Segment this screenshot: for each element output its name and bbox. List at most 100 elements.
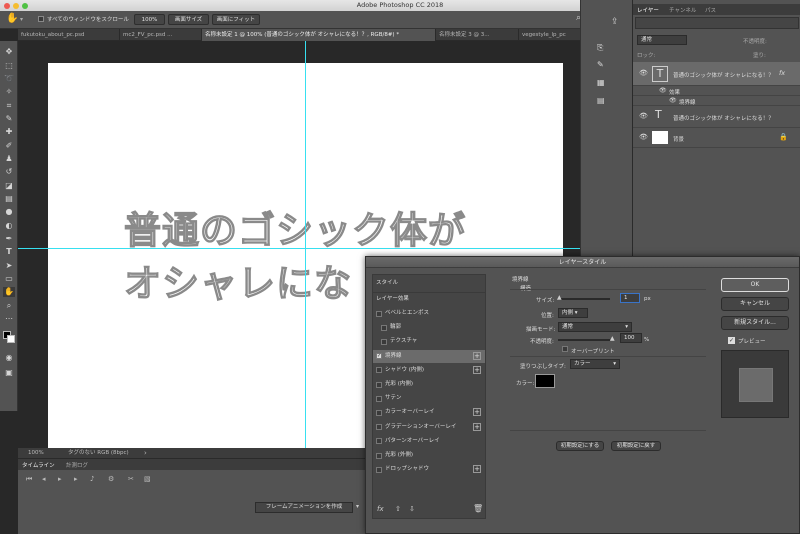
- pen-tool-icon[interactable]: ✒: [3, 234, 15, 244]
- opacity-slider-thumb[interactable]: ▲: [610, 335, 615, 342]
- stamp-tool-icon[interactable]: ♟: [3, 154, 15, 164]
- fit-screen-button[interactable]: 画面サイズ: [168, 14, 209, 25]
- style-checkbox[interactable]: [376, 367, 382, 374]
- dodge-tool-icon[interactable]: ◐: [3, 221, 15, 231]
- style-checkbox[interactable]: [376, 424, 382, 431]
- healing-brush-icon[interactable]: ✚: [3, 127, 15, 137]
- stroke-eye-icon[interactable]: 👁: [669, 97, 677, 104]
- style-item[interactable]: 輪郭: [373, 321, 485, 334]
- style-checkbox[interactable]: [376, 395, 382, 402]
- style-item[interactable]: パターンオーバーレイ: [373, 435, 485, 448]
- fill-screen-button[interactable]: 画面にフィット: [212, 14, 260, 25]
- style-header[interactable]: スタイル: [373, 277, 485, 290]
- size-slider-thumb[interactable]: ▲: [557, 294, 562, 301]
- zoom-100-button[interactable]: 100%: [134, 14, 165, 25]
- delete-effect-icon[interactable]: 🗑: [473, 504, 483, 513]
- eyedropper-icon[interactable]: ✎: [3, 114, 15, 124]
- background-color-swatch[interactable]: [7, 335, 15, 343]
- style-checkbox[interactable]: [376, 452, 382, 459]
- layer-name[interactable]: 背景: [673, 135, 684, 143]
- add-effect-icon[interactable]: +: [473, 408, 481, 417]
- stroke-color-swatch[interactable]: [535, 374, 555, 388]
- style-checkbox[interactable]: [381, 324, 387, 331]
- size-input[interactable]: 1: [620, 293, 640, 303]
- fx-menu-icon[interactable]: fx: [377, 505, 384, 513]
- tab-untitled-3[interactable]: 名称未設定 3 @ 3...: [436, 29, 519, 41]
- gradient-tool-icon[interactable]: ▤: [3, 194, 15, 204]
- hand-tool-icon[interactable]: ✋: [6, 13, 18, 24]
- create-dropdown-icon[interactable]: ▾: [356, 503, 359, 510]
- tool-preset-dropdown[interactable]: ▾: [20, 16, 23, 23]
- rectangle-tool-icon[interactable]: ▭: [3, 274, 15, 284]
- blend-mode-select[interactable]: 通常: [637, 35, 687, 45]
- tab-layers[interactable]: レイヤー: [637, 6, 659, 14]
- style-item[interactable]: ベベルとエンボス: [373, 307, 485, 320]
- magic-wand-icon[interactable]: ✧: [3, 87, 15, 97]
- add-effect-icon[interactable]: +: [473, 351, 481, 360]
- status-zoom[interactable]: 100%: [28, 448, 44, 458]
- brush-tool-icon[interactable]: ✐: [3, 141, 15, 151]
- layer-row-text[interactable]: 👁 T 普通のゴシック体が オシャレになる！？: [633, 106, 800, 128]
- style-item[interactable]: 光彩 (外側): [373, 449, 485, 462]
- scroll-all-checkbox[interactable]: [38, 16, 44, 22]
- next-frame-icon[interactable]: ▸: [74, 475, 78, 483]
- layer-name[interactable]: 普通のゴシック体が オシャレになる！？: [673, 71, 774, 79]
- fill-type-select[interactable]: カラー ▾: [570, 359, 620, 369]
- position-select[interactable]: 内側 ▾: [558, 308, 588, 318]
- horizontal-guide[interactable]: [18, 248, 580, 249]
- prev-frame-icon[interactable]: ◂: [42, 475, 46, 483]
- style-checkbox[interactable]: ✓: [376, 353, 382, 360]
- style-item[interactable]: ✓ 境界線 +: [373, 349, 485, 363]
- move-down-icon[interactable]: ⇩: [409, 505, 415, 513]
- share-icon[interactable]: ⇪: [611, 17, 619, 27]
- effects-eye-icon[interactable]: 👁: [659, 87, 667, 94]
- lasso-tool-icon[interactable]: ➰: [3, 74, 15, 84]
- more-tools-icon[interactable]: ⋯: [3, 314, 15, 324]
- history-panel-icon[interactable]: ⎘: [597, 43, 603, 53]
- info-panel-icon[interactable]: ▤: [597, 96, 605, 105]
- zoom-window-button[interactable]: [22, 2, 28, 9]
- layer-effect-stroke-row[interactable]: 👁 境界線: [633, 96, 800, 106]
- reset-default-button[interactable]: 初期設定に戻す: [611, 441, 661, 451]
- eraser-tool-icon[interactable]: ◪: [3, 181, 15, 191]
- tab-measurement-log[interactable]: 計測ログ: [66, 461, 88, 469]
- ok-button[interactable]: OK: [721, 278, 789, 292]
- add-effect-icon[interactable]: +: [473, 465, 481, 474]
- fx-icon[interactable]: fx: [779, 69, 785, 77]
- new-style-button[interactable]: 新規スタイル...: [721, 316, 789, 330]
- add-effect-icon[interactable]: +: [473, 422, 481, 431]
- tab-channels[interactable]: チャンネル: [669, 6, 696, 14]
- minimize-window-button[interactable]: [13, 2, 19, 9]
- marquee-tool-icon[interactable]: ⬚: [3, 61, 15, 71]
- blur-tool-icon[interactable]: ●: [3, 207, 15, 217]
- overprint-checkbox[interactable]: [562, 346, 568, 352]
- first-frame-icon[interactable]: ⏮: [26, 475, 32, 484]
- style-item[interactable]: シャドウ (内側) +: [373, 364, 485, 377]
- size-slider[interactable]: [558, 298, 610, 300]
- transition-icon[interactable]: ▧: [144, 475, 151, 483]
- opacity-input[interactable]: 100: [620, 333, 642, 343]
- tab-mc2[interactable]: mc2_FV_pc.psd ...: [120, 29, 202, 41]
- tab-fukutoku[interactable]: fukutoku_about_pc.psd: [18, 29, 120, 41]
- type-tool-icon[interactable]: T: [3, 247, 15, 257]
- visibility-eye-icon[interactable]: 👁: [639, 133, 648, 141]
- style-checkbox[interactable]: [376, 409, 382, 416]
- move-up-icon[interactable]: ⇧: [395, 505, 401, 513]
- style-item[interactable]: ドロップシャドウ +: [373, 463, 485, 476]
- vertical-guide[interactable]: [305, 41, 306, 448]
- quick-mask-icon[interactable]: ◉: [3, 353, 15, 363]
- layer-row-background[interactable]: 👁 背景 🔒: [633, 128, 800, 148]
- style-checkbox[interactable]: [376, 381, 382, 388]
- style-item[interactable]: テクスチャ: [373, 335, 485, 348]
- style-checkbox[interactable]: [376, 466, 382, 473]
- cut-icon[interactable]: ✂: [128, 475, 134, 483]
- layer-name[interactable]: 普通のゴシック体が オシャレになる！？: [673, 114, 774, 122]
- history-brush-icon[interactable]: ↺: [3, 167, 15, 177]
- layer-effects-row[interactable]: 👁 効果: [633, 86, 800, 96]
- blend-mode-select[interactable]: 通常 ▾: [558, 322, 632, 332]
- make-default-button[interactable]: 初期設定にする: [556, 441, 604, 451]
- brush-panel-icon[interactable]: ✎: [597, 60, 604, 69]
- style-checkbox[interactable]: [376, 310, 382, 317]
- tab-paths[interactable]: パス: [705, 6, 716, 14]
- style-item[interactable]: カラーオーバーレイ +: [373, 406, 485, 419]
